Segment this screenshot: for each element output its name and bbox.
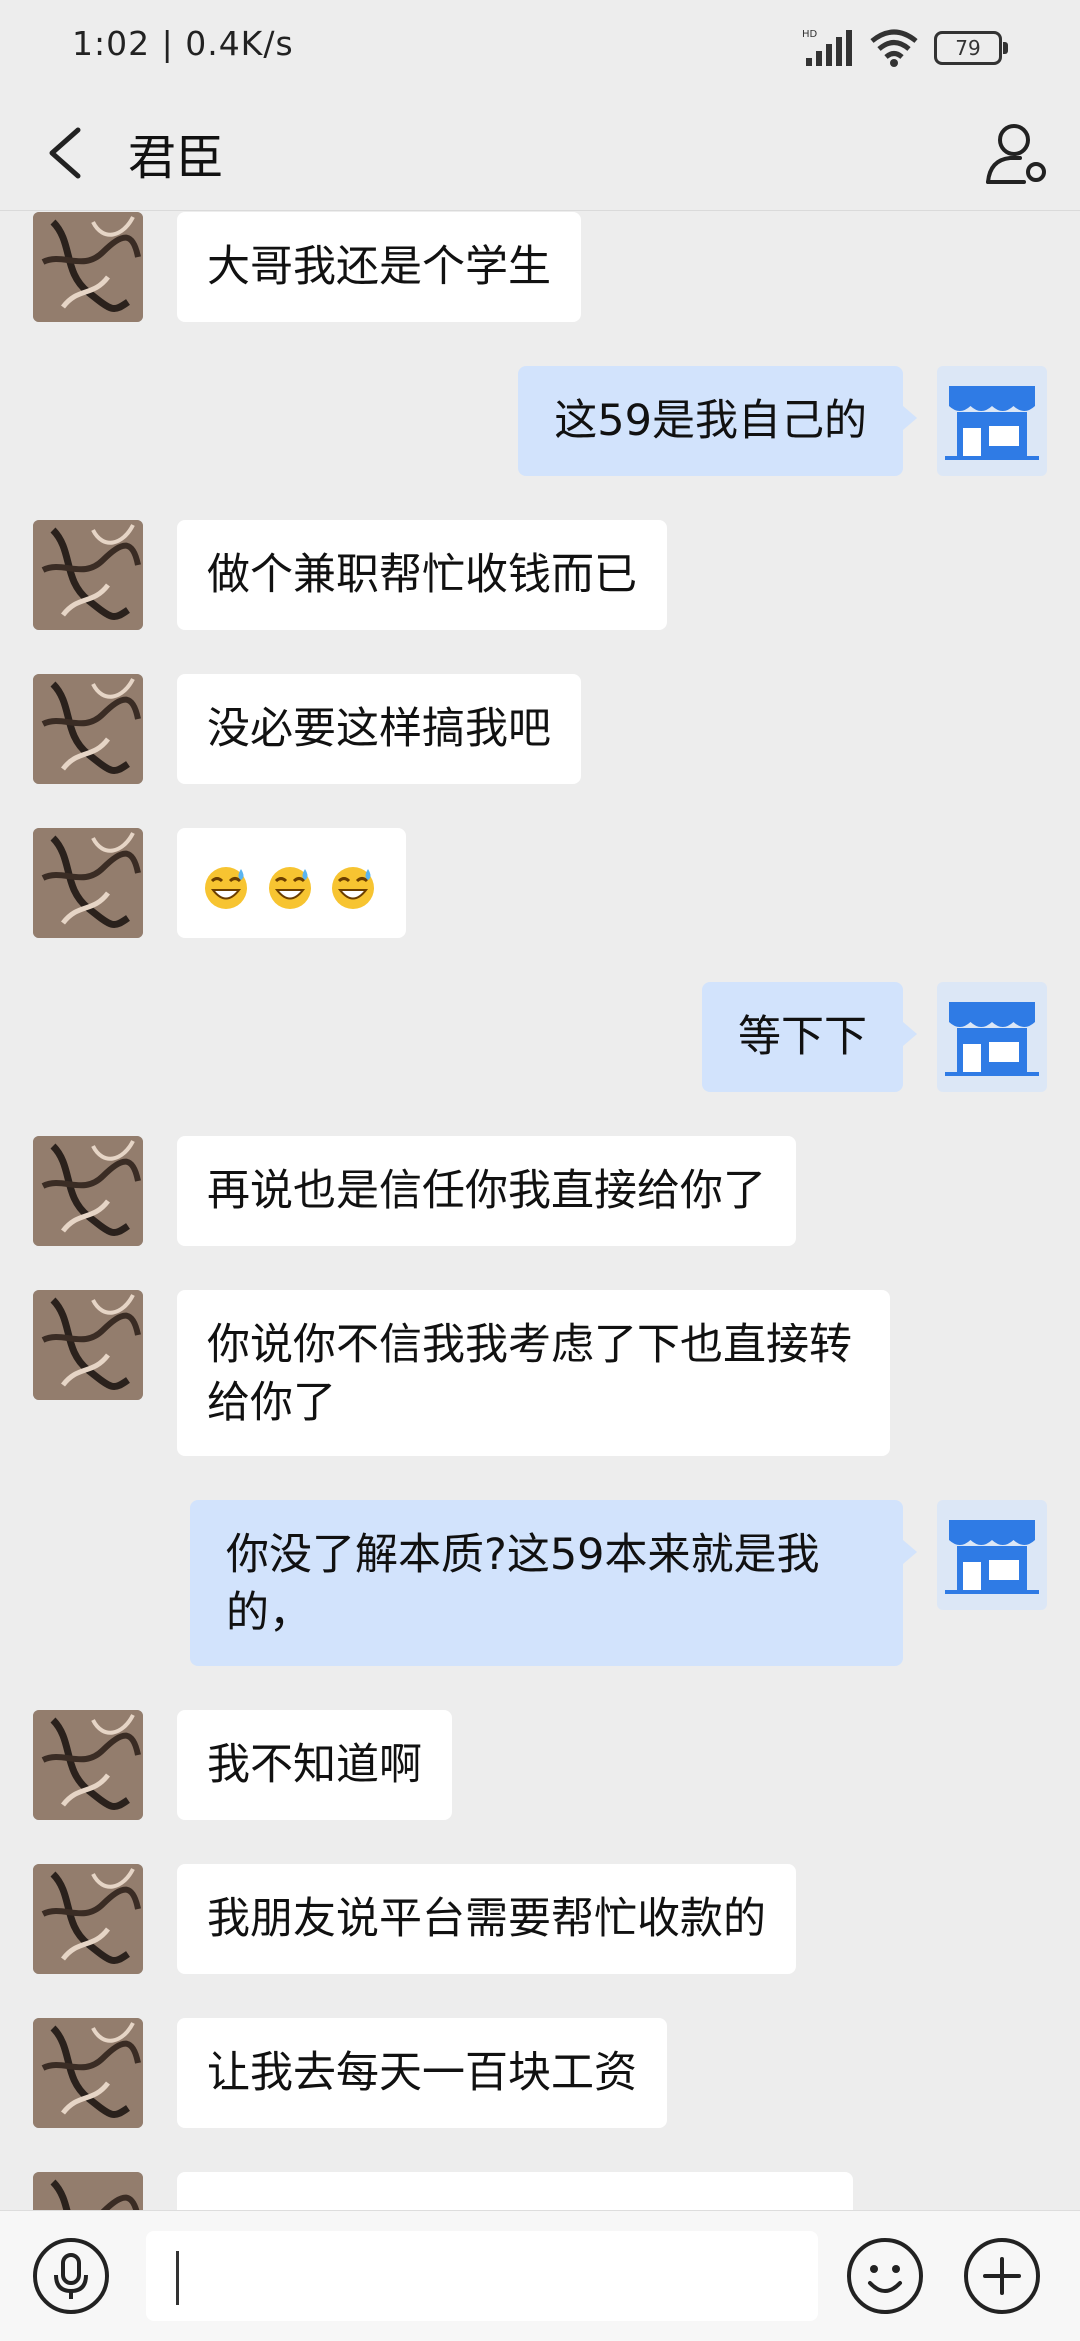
incoming-message-bubble[interactable]: 我不知道啊: [177, 1710, 452, 1820]
contact-avatar[interactable]: [33, 1290, 143, 1400]
message-list[interactable]: 大哥我还是个学生 这59是我自己的 做个兼职帮忙收钱而已 没必要这样搞我吧 等下…: [0, 210, 1080, 2210]
microphone-icon: [33, 2238, 109, 2314]
sweat-grin-emoji-icon: [332, 866, 375, 909]
outgoing-message-bubble[interactable]: 你没了解本质?这59本来就是我的，: [190, 1500, 917, 1666]
outgoing-message-bubble[interactable]: 等下下: [702, 982, 917, 1092]
storefront-icon: [945, 386, 1039, 460]
chat-profile-button[interactable]: [980, 116, 1052, 188]
emoji-button[interactable]: [846, 2237, 924, 2315]
back-button[interactable]: [38, 120, 98, 186]
storefront-icon: [945, 1520, 1039, 1594]
message-input[interactable]: [146, 2231, 818, 2321]
incoming-message-bubble[interactable]: 没必要这样搞我吧: [177, 674, 581, 784]
smiley-icon: [847, 2238, 923, 2314]
incoming-message-bubble[interactable]: 再说也是信任你我直接给你了: [177, 1136, 796, 1246]
contact-avatar[interactable]: [33, 828, 143, 938]
more-actions-button[interactable]: [963, 2237, 1041, 2315]
incoming-emoji-bubble[interactable]: [177, 828, 407, 938]
text-caret: [176, 2251, 179, 2305]
contact-avatar[interactable]: [33, 1864, 143, 1974]
contact-avatar[interactable]: [33, 1136, 143, 1246]
voice-button[interactable]: [32, 2237, 110, 2315]
outgoing-message-bubble[interactable]: 这59是我自己的: [518, 366, 917, 476]
contact-avatar[interactable]: [33, 2172, 143, 2210]
incoming-message-bubble[interactable]: 让我去每天一百块工资: [177, 2018, 667, 2128]
status-icons: HD 79: [802, 28, 1008, 68]
contact-avatar[interactable]: [33, 674, 143, 784]
contact-avatar[interactable]: [33, 1710, 143, 1820]
incoming-message-bubble[interactable]: 大哥我还是个学生: [177, 212, 581, 322]
incoming-message-bubble[interactable]: 我朋友说平台需要帮忙收款的: [177, 1864, 796, 1974]
incoming-message-bubble[interactable]: 做个兼职帮忙收钱而已: [177, 520, 667, 630]
chat-title: 君臣: [128, 130, 225, 186]
contact-avatar[interactable]: [33, 212, 143, 322]
shop-avatar[interactable]: [937, 982, 1047, 1092]
incoming-message-bubble[interactable]: [177, 2172, 853, 2210]
shop-avatar[interactable]: [937, 1500, 1047, 1610]
chat-header: 君臣: [0, 96, 1080, 211]
storefront-icon: [945, 1002, 1039, 1076]
wifi-icon: [870, 29, 918, 67]
incoming-message-bubble[interactable]: 你说你不信我我考虑了下也直接转给你了: [177, 1290, 890, 1456]
contact-avatar[interactable]: [33, 520, 143, 630]
composer-bar: [0, 2210, 1080, 2341]
shop-avatar[interactable]: [937, 366, 1047, 476]
battery-indicator: 79: [934, 31, 1008, 65]
status-time: 1:02 | 0.4K/s: [72, 24, 294, 63]
signal-icon: HD: [802, 29, 852, 66]
plus-icon: [964, 2238, 1040, 2314]
person-icon: [986, 124, 1046, 184]
contact-avatar[interactable]: [33, 2018, 143, 2128]
sweat-grin-emoji-icon: [268, 866, 311, 909]
status-bar: 1:02 | 0.4K/s HD 79: [0, 0, 1080, 96]
chevron-left-icon: [49, 127, 81, 179]
svg-text:HD: HD: [802, 29, 818, 40]
sweat-grin-emoji-icon: [205, 866, 247, 909]
